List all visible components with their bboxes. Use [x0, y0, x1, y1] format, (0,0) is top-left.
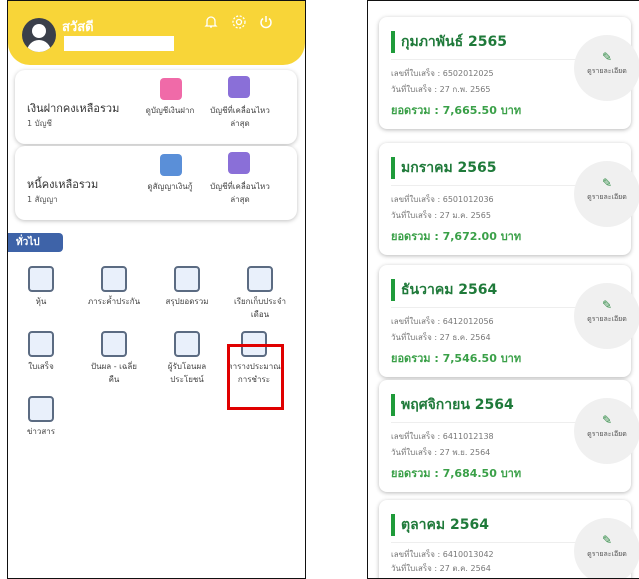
menu-news[interactable]: ข่าวสาร — [8, 396, 74, 438]
receipt-card[interactable]: กุมภาพันธ์ 2565 เลขที่ใบเสร็จ : 65020120… — [379, 17, 639, 129]
receipt-number: เลขที่ใบเสร็จ : 6501012036 — [391, 195, 494, 204]
menu-beneficiary[interactable]: ผู้รับโอนผล ประโยชน์ — [154, 331, 220, 386]
receipt-total: ยอดรวม : 7,665.50 บาท — [391, 104, 522, 117]
receipt-date: วันที่ใบเสร็จ : 27 ก.พ. 2565 — [391, 85, 491, 94]
menu-monthly-billing[interactable]: เรียกเก็บประจำ เดือน — [227, 266, 293, 321]
receipt-card[interactable]: มกราคม 2565 เลขที่ใบเสร็จ : 6501012036 ว… — [379, 143, 639, 255]
edit-icon: ✎ — [601, 413, 613, 427]
beneficiary-icon — [174, 331, 200, 357]
transactions-icon[interactable] — [228, 152, 250, 174]
receipt-total: ยอดรวม : 7,546.50 บาท — [391, 352, 522, 365]
user-name-redacted — [64, 36, 174, 51]
receipt-month: ตุลาคม 2564 — [401, 517, 489, 533]
edit-icon: ✎ — [601, 50, 613, 64]
receipt-date: วันที่ใบเสร็จ : 27 ต.ค. 2564 — [391, 564, 491, 573]
dividend-plant-icon — [101, 331, 127, 357]
greeting: สวัสดี — [62, 20, 94, 35]
edit-icon: ✎ — [601, 533, 613, 547]
receipt-date: วันที่ใบเสร็จ : 27 พ.ย. 2564 — [391, 448, 491, 457]
receipt-total: ยอดรวม : 7,672.00 บาท — [391, 230, 522, 243]
guarantee-icon — [101, 266, 127, 292]
detail-button[interactable]: ✎ ดูรายละเอียด — [574, 398, 639, 464]
highlight-box — [227, 344, 284, 410]
receipt-card[interactable]: ธันวาคม 2564 เลขที่ใบเสร็จ : 6412012056 … — [379, 265, 639, 377]
detail-button[interactable]: ✎ ดูรายละเอียด — [574, 283, 639, 349]
avatar[interactable] — [22, 18, 56, 52]
receipt-total: ยอดรวม : 7,684.50 บาท — [391, 467, 522, 480]
menu-guarantee[interactable]: ภาระค้ำประกัน — [81, 266, 147, 308]
menu-receipt[interactable]: ใบเสร็จ — [8, 331, 74, 373]
home-screen: สวัสดี เงินฝากคงเหลือรวม 1 บัญชี ดูบัญชี… — [7, 0, 306, 579]
bell-icon[interactable] — [202, 14, 220, 32]
view-deposit-button[interactable]: ดูบัญชีเงินฝาก — [135, 104, 205, 117]
menu-summary[interactable]: สรุปยอดรวม — [154, 266, 220, 308]
view-loan-button[interactable]: ดูสัญญาเงินกู้ — [135, 180, 205, 193]
deposit-card: เงินฝากคงเหลือรวม 1 บัญชี ดูบัญชีเงินฝาก… — [15, 70, 297, 144]
receipt-month: ธันวาคม 2564 — [401, 282, 498, 298]
deposit-book-icon[interactable] — [160, 78, 182, 100]
calendar-icon — [247, 266, 273, 292]
deposit-title: เงินฝากคงเหลือรวม — [27, 102, 120, 115]
receipt-card[interactable]: ตุลาคม 2564 เลขที่ใบเสร็จ : 6410013042 ว… — [379, 500, 639, 578]
menu-shares[interactable]: หุ้น — [8, 266, 74, 308]
news-icon — [28, 396, 54, 422]
receipt-date: วันที่ใบเสร็จ : 27 ธ.ค. 2564 — [391, 333, 491, 342]
shares-icon — [28, 266, 54, 292]
receipt-icon — [28, 331, 54, 357]
edit-icon: ✎ — [601, 176, 613, 190]
receipt-date: วันที่ใบเสร็จ : 27 ม.ค. 2565 — [391, 211, 491, 220]
receipt-number: เลขที่ใบเสร็จ : 6410013042 — [391, 550, 494, 559]
header: สวัสดี — [8, 1, 305, 65]
power-icon[interactable] — [257, 14, 275, 32]
detail-button[interactable]: ✎ ดูรายละเอียด — [574, 161, 639, 227]
latest-loan-transactions-button[interactable]: บัญชีที่เคลื่อนไหว ล่าสุด — [205, 180, 275, 206]
receipt-card[interactable]: พฤศจิกายน 2564 เลขที่ใบเสร็จ : 641101213… — [379, 380, 639, 492]
transactions-icon[interactable] — [228, 76, 250, 98]
edit-icon: ✎ — [601, 298, 613, 312]
gear-icon[interactable] — [230, 14, 248, 32]
detail-button[interactable]: ✎ ดูรายละเอียด — [574, 518, 639, 578]
receipt-number: เลขที่ใบเสร็จ : 6412012056 — [391, 317, 494, 326]
loan-card: หนี้คงเหลือรวม 1 สัญญา ดูสัญญาเงินกู้ บั… — [15, 146, 297, 220]
receipts-screen: กุมภาพันธ์ 2565 เลขที่ใบเสร็จ : 65020120… — [367, 0, 639, 579]
loan-count: 1 สัญญา — [27, 195, 58, 204]
receipt-month: พฤศจิกายน 2564 — [401, 397, 514, 413]
loan-title: หนี้คงเหลือรวม — [27, 178, 99, 191]
section-general: ทั่วไป — [8, 233, 63, 252]
receipt-number: เลขที่ใบเสร็จ : 6411012138 — [391, 432, 494, 441]
receipt-month: กุมภาพันธ์ 2565 — [401, 34, 507, 50]
receipt-number: เลขที่ใบเสร็จ : 6502012025 — [391, 69, 494, 78]
menu-dividend[interactable]: ปันผล - เฉลี่ย คืน — [81, 331, 147, 386]
deposit-count: 1 บัญชี — [27, 119, 52, 128]
loan-contract-icon[interactable] — [160, 154, 182, 176]
summary-icon — [174, 266, 200, 292]
receipt-month: มกราคม 2565 — [401, 160, 497, 176]
latest-transactions-button[interactable]: บัญชีที่เคลื่อนไหว ล่าสุด — [205, 104, 275, 130]
detail-button[interactable]: ✎ ดูรายละเอียด — [574, 35, 639, 101]
